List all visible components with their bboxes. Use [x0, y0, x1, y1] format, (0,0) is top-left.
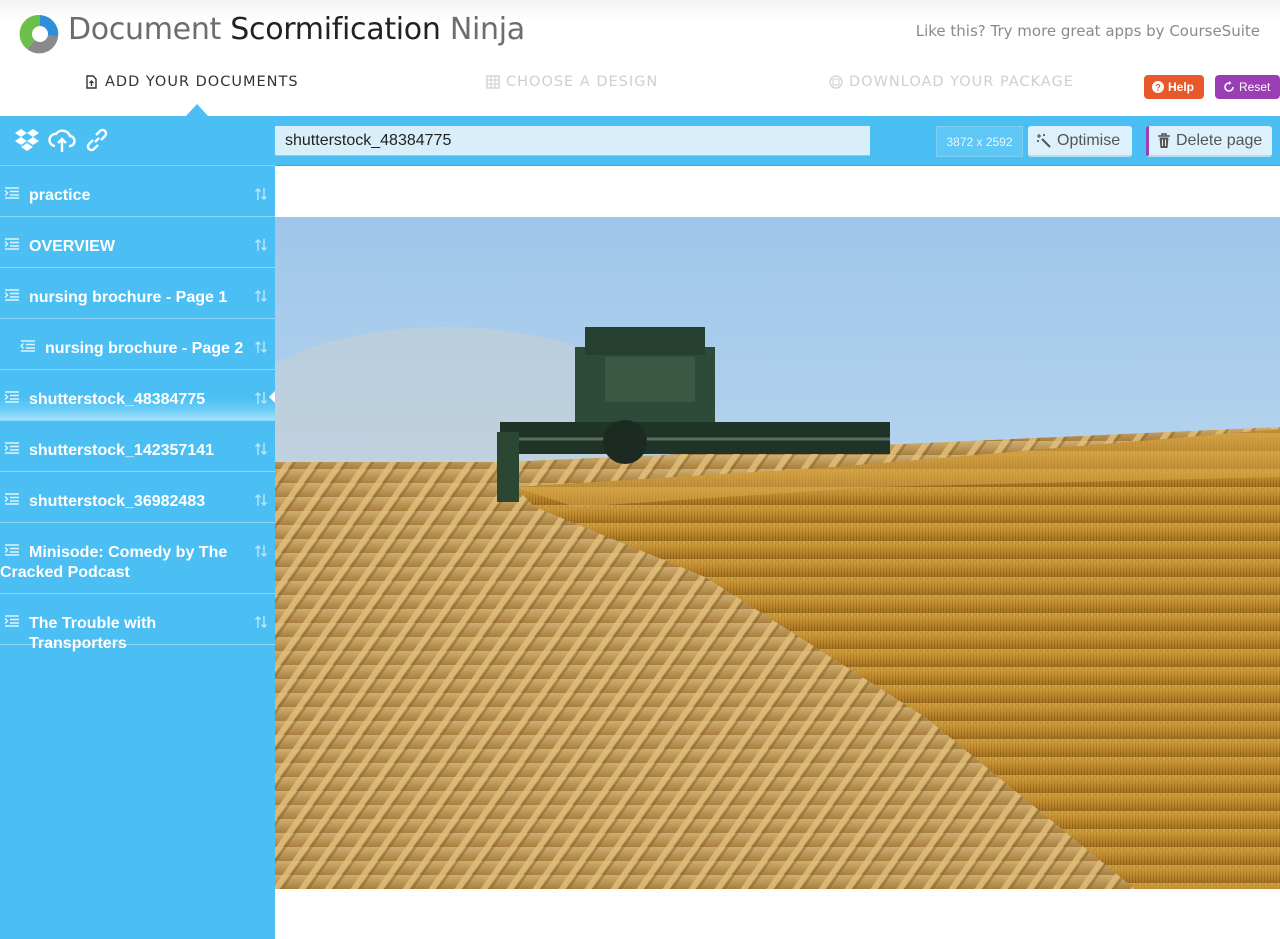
svg-text:?: ?: [1155, 83, 1161, 93]
step-label: CHOOSE A DESIGN: [506, 74, 659, 90]
list-item-selected[interactable]: shutterstock_48384775: [0, 370, 275, 421]
list-item[interactable]: shutterstock_142357141: [0, 421, 275, 472]
outdent-list-icon: [20, 340, 35, 352]
indent-list-icon: [4, 493, 19, 505]
indent-list-icon: [4, 442, 19, 454]
list-item[interactable]: nursing brochure - Page 1: [0, 268, 275, 319]
delete-page-button[interactable]: Delete page: [1146, 126, 1272, 157]
reset-button[interactable]: Reset: [1215, 75, 1280, 99]
page-title-input[interactable]: [275, 126, 870, 156]
list-item-label: nursing brochure - Page 1: [29, 289, 228, 306]
help-label: Help: [1168, 80, 1195, 94]
list-item[interactable]: practice: [0, 166, 275, 217]
app-title-part-2: Scormification: [230, 12, 441, 47]
step-choose-design[interactable]: CHOOSE A DESIGN: [486, 74, 658, 90]
sort-handle-icon[interactable]: [254, 391, 268, 405]
download-disc-icon: [829, 75, 843, 89]
reset-label: Reset: [1239, 80, 1271, 94]
list-item-label: shutterstock_36982483: [29, 493, 206, 510]
sort-handle-icon[interactable]: [254, 544, 268, 558]
list-item-label: The Trouble with Transporters: [29, 615, 157, 652]
delete-page-label: Delete page: [1176, 131, 1263, 149]
sort-handle-icon[interactable]: [254, 493, 268, 507]
sort-handle-icon[interactable]: [254, 615, 268, 629]
step-download-package[interactable]: DOWNLOAD YOUR PACKAGE: [829, 74, 1074, 90]
page-preview-area: [275, 166, 1280, 939]
indent-list-icon: [4, 187, 19, 199]
indent-list-icon: [4, 289, 19, 301]
optimise-label: Optimise: [1057, 131, 1121, 149]
list-item[interactable]: The Trouble with Transporters: [0, 594, 275, 652]
help-button[interactable]: ? Help: [1144, 75, 1204, 99]
list-item-label: practice: [29, 187, 91, 204]
list-item-label: shutterstock_142357141: [29, 442, 215, 459]
app-title: Document Scormification Ninja: [68, 12, 525, 47]
optimise-button[interactable]: Optimise: [1028, 126, 1132, 157]
list-item[interactable]: Minisode: Comedy by The Cracked Podcast: [0, 523, 275, 594]
sort-handle-icon[interactable]: [254, 187, 268, 201]
app-title-part-1: Document: [68, 12, 222, 47]
sidebar-toolbar: [0, 116, 275, 166]
page-sidebar: practice OVERVIEW nursing brochure - Pag…: [0, 116, 275, 939]
promo-link[interactable]: Like this? Try more great apps by Course…: [916, 22, 1260, 40]
sort-handle-icon[interactable]: [254, 289, 268, 303]
indent-list-icon: [4, 615, 19, 627]
list-item[interactable]: nursing brochure - Page 2: [0, 319, 275, 370]
step-nav: ADD YOUR DOCUMENTS CHOOSE A DESIGN DOWNL…: [0, 74, 1130, 98]
app-title-part-3: Ninja: [449, 12, 525, 47]
page-image: [275, 217, 1280, 889]
upload-cloud-icon[interactable]: [48, 126, 76, 154]
image-dimensions-badge: 3872 x 2592: [936, 126, 1023, 157]
grid-icon: [486, 75, 500, 89]
app-logo: [19, 14, 60, 54]
indent-list-icon: [4, 238, 19, 250]
list-item[interactable]: shutterstock_36982483: [0, 472, 275, 523]
app-header: Document Scormification Ninja Like this?…: [0, 0, 1280, 116]
refresh-icon: [1224, 81, 1234, 92]
active-step-pointer: [186, 104, 208, 116]
dropbox-icon[interactable]: [13, 126, 41, 154]
question-icon: ?: [1152, 81, 1164, 93]
list-item[interactable]: OVERVIEW: [0, 217, 275, 268]
link-icon[interactable]: [83, 126, 111, 154]
page-list: practice OVERVIEW nursing brochure - Pag…: [0, 166, 275, 652]
sort-handle-icon[interactable]: [254, 238, 268, 252]
magic-wand-icon: [1037, 133, 1051, 148]
list-item-label: nursing brochure - Page 2: [45, 340, 244, 357]
sort-handle-icon[interactable]: [254, 442, 268, 456]
step-add-documents[interactable]: ADD YOUR DOCUMENTS: [85, 74, 299, 90]
list-item-label: Minisode: Comedy by The Cracked Podcast: [0, 544, 228, 581]
sort-handle-icon[interactable]: [254, 340, 268, 354]
step-label: DOWNLOAD YOUR PACKAGE: [849, 74, 1074, 90]
page-toolbar: 3872 x 2592 Optimise Delete page: [275, 116, 1280, 166]
list-item-label: shutterstock_48384775: [29, 391, 206, 408]
file-upload-icon: [86, 75, 97, 89]
trash-icon: [1158, 132, 1170, 148]
indent-list-icon: [4, 391, 19, 403]
step-label: ADD YOUR DOCUMENTS: [105, 74, 299, 90]
list-item-label: OVERVIEW: [29, 238, 115, 255]
